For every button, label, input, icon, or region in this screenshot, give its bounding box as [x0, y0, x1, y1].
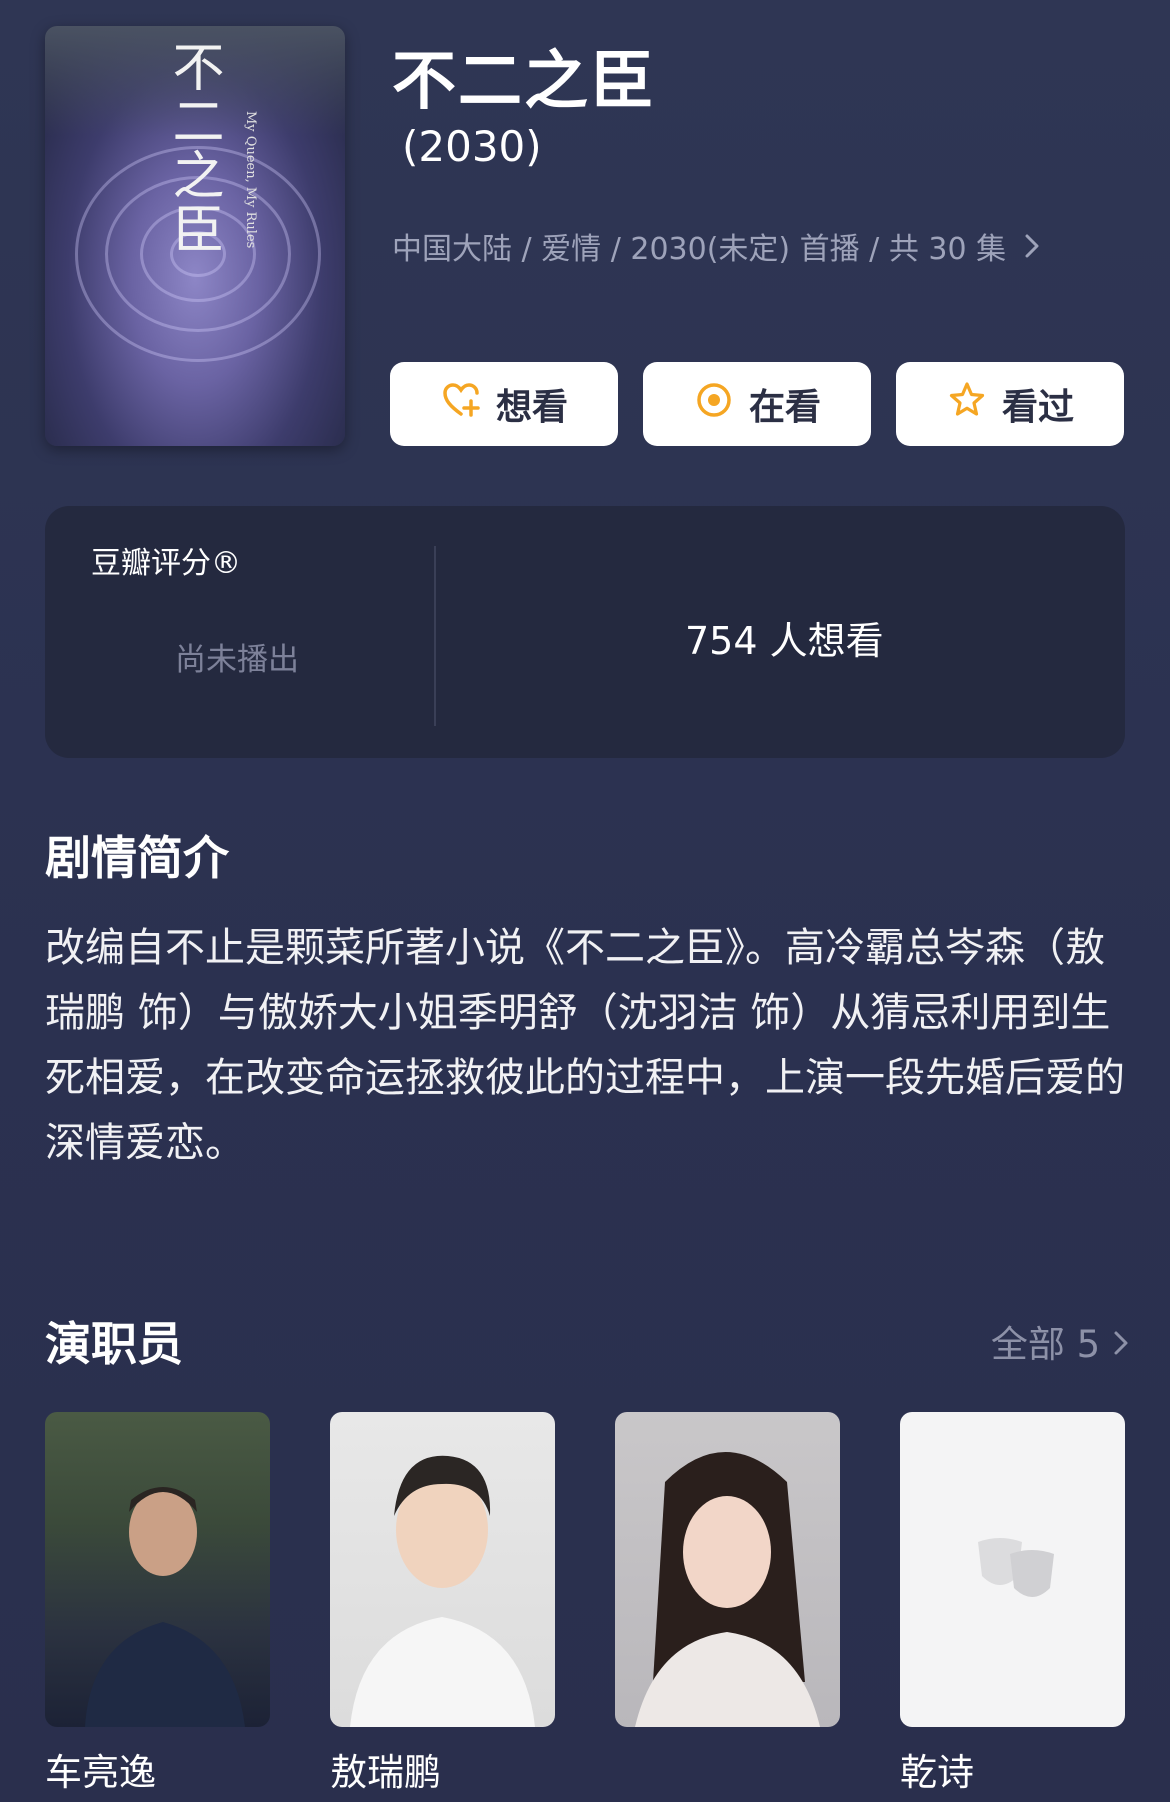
synopsis-heading: 剧情简介 — [45, 831, 229, 885]
heart-plus-icon — [440, 379, 482, 430]
watching-icon — [693, 379, 735, 430]
show-meta-text: 中国大陆 / 爱情 / 2030(未定) 首播 / 共 30 集 — [392, 232, 1007, 267]
rating-card: 豆瓣评分® 尚未播出 754 人想看 — [45, 506, 1125, 758]
cast-photo[interactable] — [45, 1412, 270, 1727]
cast-photo-placeholder[interactable] — [900, 1412, 1125, 1727]
watching-label: 在看 — [748, 387, 821, 428]
cast-heading: 演职员 — [45, 1317, 183, 1371]
poster-title: 不二之臣 — [163, 40, 223, 256]
see-all-label: 全部 5 — [990, 1323, 1101, 1366]
show-title: 不二之臣 — [392, 45, 656, 119]
rating-divider — [434, 546, 436, 726]
show-meta-link[interactable]: 中国大陆 / 爱情 / 2030(未定) 首播 / 共 30 集 — [392, 224, 1040, 268]
watching-button[interactable]: 在看 — [643, 362, 871, 446]
cast-name[interactable]: 车亮逸 — [45, 1742, 156, 1796]
star-icon — [946, 379, 988, 430]
douban-rating-label: 豆瓣评分® — [91, 546, 241, 581]
drama-mask-icon — [970, 1532, 1060, 1616]
chevron-right-icon — [1112, 1323, 1130, 1366]
chevron-right-icon — [1024, 232, 1040, 267]
cast-name[interactable]: 敖瑞鹏 — [330, 1742, 441, 1796]
cast-name[interactable]: 乾诗 — [900, 1742, 974, 1796]
cast-see-all-link[interactable]: 全部 5 — [991, 1314, 1130, 1368]
poster-image[interactable]: 不二之臣 My Queen, My Rules — [45, 26, 345, 446]
cast-photo[interactable] — [330, 1412, 555, 1727]
cast-photo[interactable] — [615, 1412, 840, 1727]
rating-status: 尚未播出 — [175, 642, 299, 678]
want-count[interactable]: 754 人想看 — [685, 610, 884, 665]
want-label: 想看 — [495, 387, 568, 428]
watched-button[interactable]: 看过 — [896, 362, 1124, 446]
want-to-watch-button[interactable]: 想看 — [390, 362, 618, 446]
synopsis-text[interactable]: 改编自不止是颗菜所著小说《不二之臣》。高冷霸总岑森（敖瑞鹏 饰）与傲娇大小姐季明… — [45, 916, 1130, 1176]
show-year: (2030) — [402, 122, 542, 171]
watched-label: 看过 — [1001, 387, 1074, 428]
poster-subtitle: My Queen, My Rules — [243, 111, 258, 249]
